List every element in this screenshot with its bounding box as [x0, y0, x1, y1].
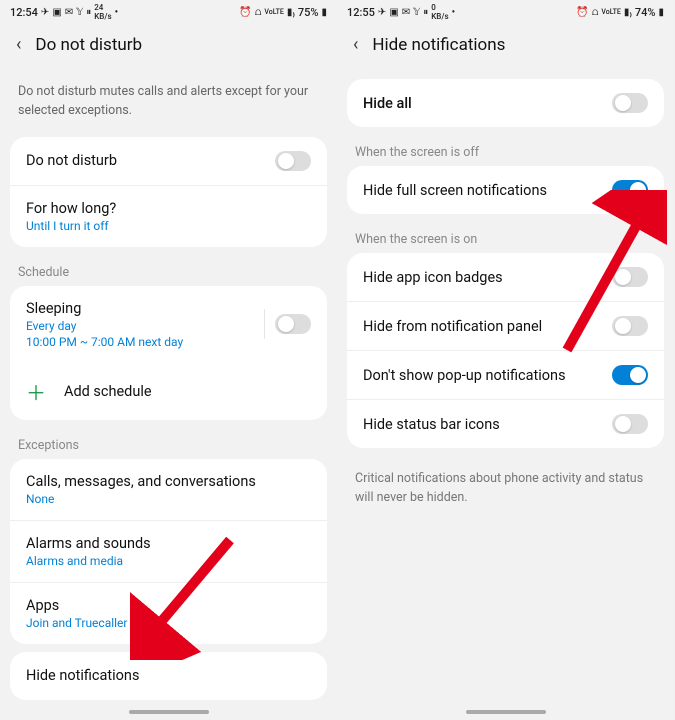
screen-off-card: Hide full screen notifications	[347, 166, 664, 214]
telegram-icon: ✈	[41, 7, 49, 18]
badges-label: Hide app icon badges	[363, 269, 503, 286]
signal-icon: ▮₎	[624, 7, 632, 18]
page-description: Do not disturb mutes calls and alerts ex…	[0, 69, 337, 137]
back-icon[interactable]: ‹	[353, 34, 358, 55]
popup-toggle[interactable]	[612, 365, 648, 385]
battery-icon: ▮	[658, 7, 664, 18]
hide-notifications-card: Hide notifications	[10, 652, 327, 700]
sleeping-label: Sleeping	[26, 300, 183, 317]
apps-icon: ▣	[52, 7, 61, 18]
hide-notifications-label: Hide notifications	[26, 667, 139, 684]
hide-all-card: Hide all	[347, 79, 664, 127]
wifi-icon: ⩍	[592, 7, 599, 18]
battery-pct: 75%	[298, 6, 319, 19]
screen-on-card: Hide app icon badges Hide from notificat…	[347, 253, 664, 448]
more-icon: •	[115, 7, 119, 18]
mail-icon: ✉	[65, 7, 73, 18]
alarms-sub: Alarms and media	[26, 554, 151, 568]
alarms-row[interactable]: Alarms and sounds Alarms and media	[10, 520, 327, 582]
pause-icon: ⏸	[86, 7, 91, 18]
back-icon[interactable]: ‹	[16, 34, 21, 55]
status-bar: 12:54 ✈ ▣ ✉ 𝕐 ⏸ 24KB/s • ⏰ ⩍ VoLTE ▮₎ 75…	[0, 0, 337, 24]
apps-label: Apps	[26, 597, 128, 614]
battery-icon: ▮	[321, 7, 327, 18]
volte-icon: VoLTE	[601, 8, 620, 16]
calls-label: Calls, messages, and conversations	[26, 473, 256, 490]
screen-off-header: When the screen is off	[337, 135, 674, 166]
popup-label: Don't show pop-up notifications	[363, 367, 566, 384]
signal-icon: ▮₎	[287, 7, 295, 18]
header: ‹ Hide notifications	[337, 24, 674, 69]
nav-handle[interactable]	[466, 710, 546, 714]
hide-all-toggle[interactable]	[612, 93, 648, 113]
dnd-toggle-row[interactable]: Do not disturb	[10, 137, 327, 185]
alarm-icon: ⏰	[576, 7, 588, 18]
twitter-icon: 𝕐	[76, 7, 83, 18]
statusbar-toggle[interactable]	[612, 414, 648, 434]
more-icon: •	[452, 7, 456, 18]
dnd-label: Do not disturb	[26, 152, 117, 169]
hide-all-row[interactable]: Hide all	[347, 79, 664, 127]
battery-pct: 74%	[635, 6, 656, 19]
fullscreen-row[interactable]: Hide full screen notifications	[347, 166, 664, 214]
dnd-card: Do not disturb For how long? Until I tur…	[10, 137, 327, 247]
plus-icon: ＋	[26, 377, 46, 406]
sleeping-toggle[interactable]	[275, 314, 311, 334]
hide-notifications-row[interactable]: Hide notifications	[10, 652, 327, 700]
nav-handle[interactable]	[129, 710, 209, 714]
calls-row[interactable]: Calls, messages, and conversations None	[10, 459, 327, 520]
how-long-sub: Until I turn it off	[26, 219, 116, 233]
how-long-label: For how long?	[26, 200, 116, 217]
screen-on-header: When the screen is on	[337, 222, 674, 253]
page-title: Hide notifications	[372, 35, 505, 55]
alarms-label: Alarms and sounds	[26, 535, 151, 552]
calls-sub: None	[26, 492, 256, 506]
header: ‹ Do not disturb	[0, 24, 337, 69]
badges-row[interactable]: Hide app icon badges	[347, 253, 664, 301]
page-title: Do not disturb	[35, 35, 142, 55]
status-bar: 12:55 ✈ ▣ ✉ 𝕐 ⏸ 0KB/s • ⏰ ⩍ VoLTE ▮₎ 74%…	[337, 0, 674, 24]
alarm-icon: ⏰	[239, 7, 251, 18]
exceptions-header: Exceptions	[0, 428, 337, 459]
mail-icon: ✉	[402, 7, 410, 18]
apps-row[interactable]: Apps Join and Truecaller	[10, 582, 327, 644]
phone-screen-hide: 12:55 ✈ ▣ ✉ 𝕐 ⏸ 0KB/s • ⏰ ⩍ VoLTE ▮₎ 74%…	[337, 0, 674, 720]
statusbar-row[interactable]: Hide status bar icons	[347, 399, 664, 448]
status-time: 12:55	[347, 6, 375, 19]
phone-screen-dnd: 12:54 ✈ ▣ ✉ 𝕐 ⏸ 24KB/s • ⏰ ⩍ VoLTE ▮₎ 75…	[0, 0, 337, 720]
panel-row[interactable]: Hide from notification panel	[347, 301, 664, 350]
fullscreen-label: Hide full screen notifications	[363, 182, 547, 199]
sleeping-sub1: Every day	[26, 319, 183, 333]
statusbar-label: Hide status bar icons	[363, 416, 500, 433]
panel-toggle[interactable]	[612, 316, 648, 336]
panel-label: Hide from notification panel	[363, 318, 542, 335]
fullscreen-toggle[interactable]	[612, 180, 648, 200]
telegram-icon: ✈	[378, 7, 386, 18]
speed-icon: 24KB/s	[94, 3, 111, 21]
pause-icon: ⏸	[423, 7, 428, 18]
sleeping-row[interactable]: Sleeping Every day 10:00 PM ~ 7:00 AM ne…	[10, 286, 327, 363]
schedule-card: Sleeping Every day 10:00 PM ~ 7:00 AM ne…	[10, 286, 327, 420]
status-time: 12:54	[10, 6, 38, 19]
add-schedule-row[interactable]: ＋ Add schedule	[10, 363, 327, 420]
wifi-icon: ⩍	[255, 7, 262, 18]
apps-sub: Join and Truecaller	[26, 616, 128, 630]
apps-icon: ▣	[389, 7, 398, 18]
speed-icon: 0KB/s	[431, 3, 448, 21]
how-long-row[interactable]: For how long? Until I turn it off	[10, 185, 327, 247]
exceptions-card: Calls, messages, and conversations None …	[10, 459, 327, 644]
add-schedule-label: Add schedule	[64, 383, 152, 400]
dnd-toggle[interactable]	[275, 151, 311, 171]
sleeping-sub2: 10:00 PM ~ 7:00 AM next day	[26, 335, 183, 349]
schedule-header: Schedule	[0, 255, 337, 286]
popup-row[interactable]: Don't show pop-up notifications	[347, 350, 664, 399]
twitter-icon: 𝕐	[413, 7, 420, 18]
volte-icon: VoLTE	[264, 8, 283, 16]
badges-toggle[interactable]	[612, 267, 648, 287]
divider	[264, 309, 265, 339]
footer-note: Critical notifications about phone activ…	[337, 456, 674, 522]
hide-all-label: Hide all	[363, 95, 412, 112]
